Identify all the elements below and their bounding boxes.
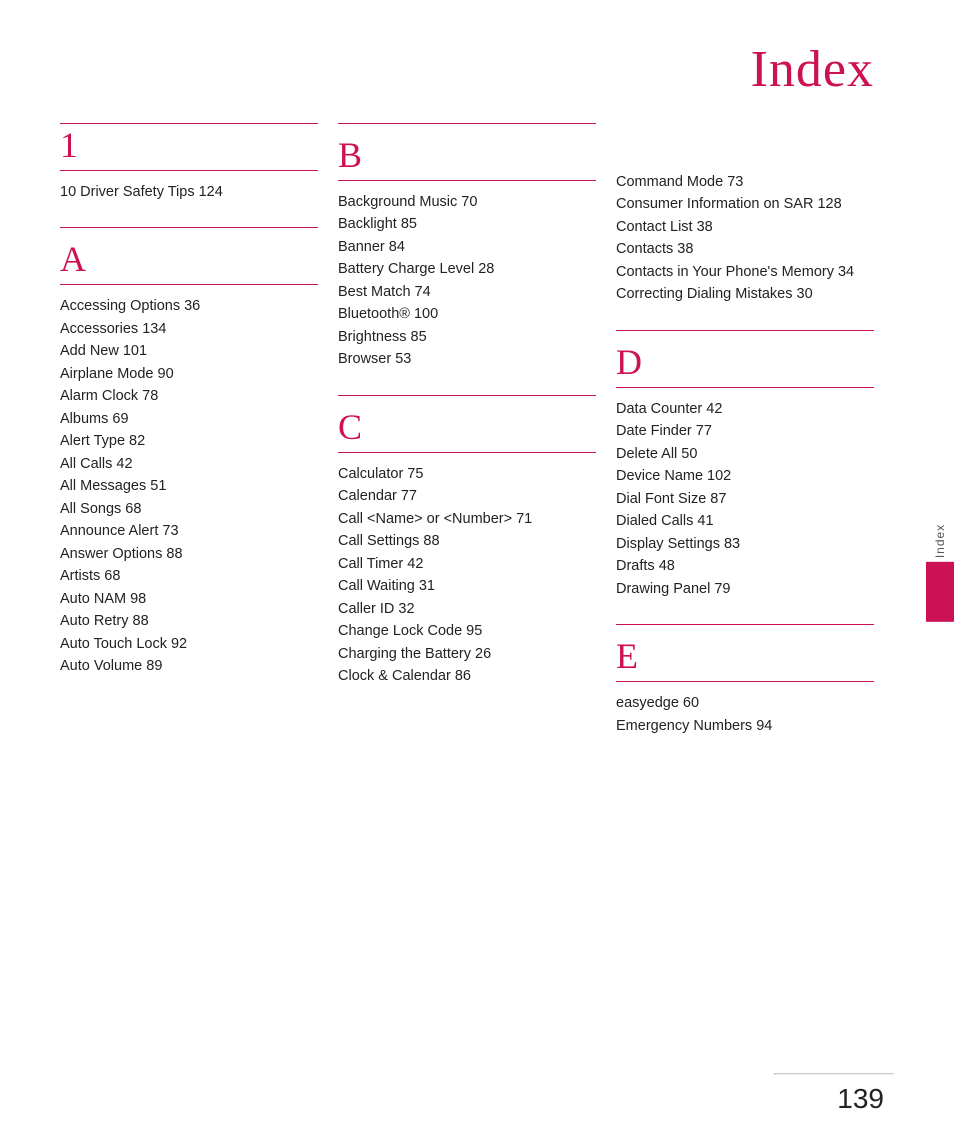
divider-e-bottom — [616, 681, 874, 682]
divider-d-top — [616, 330, 874, 331]
entry-c-1: Calculator 75 — [338, 463, 596, 485]
section-heading-c: C — [338, 406, 596, 448]
entry-a-5: Alarm Clock 78 — [60, 385, 318, 407]
entry-a-10: All Songs 68 — [60, 498, 318, 520]
entry-d-7: Display Settings 83 — [616, 533, 874, 555]
column-2: B Background Music 70 Backlight 85 Banne… — [338, 119, 616, 761]
side-tab-label: Index — [933, 523, 947, 557]
section-heading-1: 1 — [60, 124, 318, 166]
entry-a-16: Auto Touch Lock 92 — [60, 633, 318, 655]
entry-d-5: Dial Font Size 87 — [616, 488, 874, 510]
entry-a-13: Artists 68 — [60, 565, 318, 587]
column-3: Command Mode 73 Consumer Information on … — [616, 119, 894, 761]
entry-c-4: Call Settings 88 — [338, 530, 596, 552]
divider-c-top — [338, 395, 596, 396]
entry-c-7: Caller ID 32 — [338, 598, 596, 620]
entry-a-7: Alert Type 82 — [60, 430, 318, 452]
entry-a-9: All Messages 51 — [60, 475, 318, 497]
entry-c-9: Charging the Battery 26 — [338, 643, 596, 665]
section-heading-b: B — [338, 134, 596, 176]
entry-d-9: Drawing Panel 79 — [616, 578, 874, 600]
column-1: 1 10 Driver Safety Tips 124 A Accessing … — [60, 119, 338, 761]
section-c-cont: Command Mode 73 Consumer Information on … — [616, 171, 874, 306]
side-tab: Index — [926, 523, 954, 621]
side-tab-bar — [926, 562, 954, 622]
entry-d-6: Dialed Calls 41 — [616, 510, 874, 532]
section-heading-a: A — [60, 238, 318, 280]
entry-a-15: Auto Retry 88 — [60, 610, 318, 632]
entry-c-5: Call Timer 42 — [338, 553, 596, 575]
section-1: 1 10 Driver Safety Tips 124 — [60, 123, 318, 203]
divider-e-top — [616, 624, 874, 625]
entry-1-1: 10 Driver Safety Tips 124 — [60, 181, 318, 203]
entry-a-6: Albums 69 — [60, 408, 318, 430]
entry-d-3: Delete All 50 — [616, 443, 874, 465]
entry-d-2: Date Finder 77 — [616, 420, 874, 442]
entry-a-17: Auto Volume 89 — [60, 655, 318, 677]
entry-cc-2: Consumer Information on SAR 128 — [616, 193, 874, 215]
divider-a-top — [60, 227, 318, 228]
entry-c-2: Calendar 77 — [338, 485, 596, 507]
entry-e-2: Emergency Numbers 94 — [616, 715, 874, 737]
page-number: 139 — [837, 1083, 884, 1115]
divider-b-bottom — [338, 180, 596, 181]
bottom-divider — [774, 1073, 894, 1075]
entry-a-3: Add New 101 — [60, 340, 318, 362]
entry-b-5: Best Match 74 — [338, 281, 596, 303]
page-title: Index — [0, 0, 954, 119]
entry-cc-4: Contacts 38 — [616, 238, 874, 260]
entry-c-10: Clock & Calendar 86 — [338, 665, 596, 687]
entry-c-6: Call Waiting 31 — [338, 575, 596, 597]
entry-cc-6: Correcting Dialing Mistakes 30 — [616, 283, 874, 305]
section-heading-d: D — [616, 341, 874, 383]
entry-e-1: easyedge 60 — [616, 692, 874, 714]
entry-b-3: Banner 84 — [338, 236, 596, 258]
entry-a-12: Answer Options 88 — [60, 543, 318, 565]
entry-cc-1: Command Mode 73 — [616, 171, 874, 193]
entry-cc-3: Contact List 38 — [616, 216, 874, 238]
entry-b-4: Battery Charge Level 28 — [338, 258, 596, 280]
entry-a-4: Airplane Mode 90 — [60, 363, 318, 385]
entry-b-2: Backlight 85 — [338, 213, 596, 235]
divider-1b — [60, 170, 318, 171]
divider-c-bottom — [338, 452, 596, 453]
entry-b-6: Bluetooth® 100 — [338, 303, 596, 325]
divider-b-top — [338, 123, 596, 124]
entry-b-7: Brightness 85 — [338, 326, 596, 348]
divider-a-bottom — [60, 284, 318, 285]
entry-a-14: Auto NAM 98 — [60, 588, 318, 610]
entry-d-1: Data Counter 42 — [616, 398, 874, 420]
section-b: B Background Music 70 Backlight 85 Banne… — [338, 123, 596, 371]
section-c: C Calculator 75 Calendar 77 Call <Name> … — [338, 395, 596, 688]
entry-a-1: Accessing Options 36 — [60, 295, 318, 317]
divider-d-bottom — [616, 387, 874, 388]
entry-a-8: All Calls 42 — [60, 453, 318, 475]
entry-d-4: Device Name 102 — [616, 465, 874, 487]
section-e: E easyedge 60 Emergency Numbers 94 — [616, 624, 874, 737]
entry-b-1: Background Music 70 — [338, 191, 596, 213]
entry-cc-5: Contacts in Your Phone's Memory 34 — [616, 261, 874, 283]
entry-a-11: Announce Alert 73 — [60, 520, 318, 542]
entry-d-8: Drafts 48 — [616, 555, 874, 577]
section-a: A Accessing Options 36 Accessories 134 A… — [60, 227, 318, 677]
entry-c-8: Change Lock Code 95 — [338, 620, 596, 642]
section-heading-e: E — [616, 635, 874, 677]
entry-c-3: Call <Name> or <Number> 71 — [338, 508, 596, 530]
entry-a-2: Accessories 134 — [60, 318, 318, 340]
section-d: D Data Counter 42 Date Finder 77 Delete … — [616, 330, 874, 600]
entry-b-8: Browser 53 — [338, 348, 596, 370]
